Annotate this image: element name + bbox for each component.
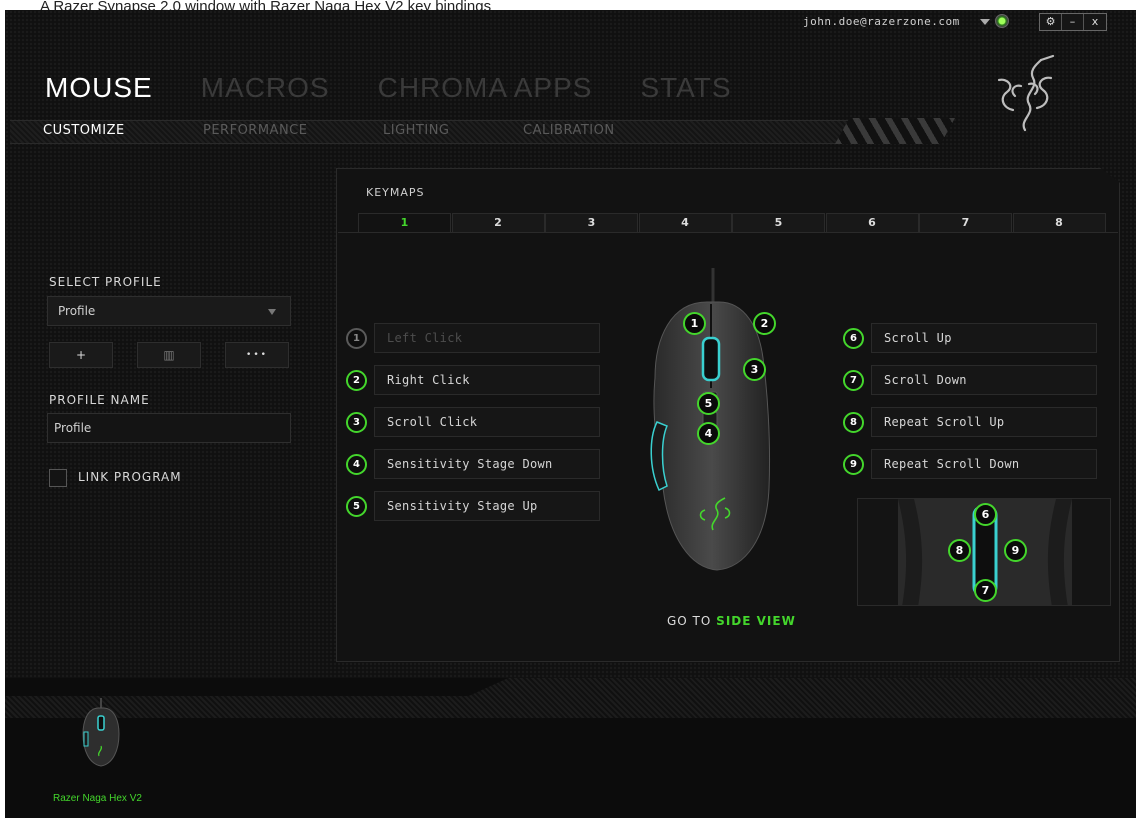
window-controls: ⚙ – x	[1039, 13, 1107, 31]
binding-number: 5	[346, 496, 367, 517]
binding-number: 9	[843, 454, 864, 475]
binding-row-1[interactable]: 1 Left Click	[346, 323, 616, 353]
binding-field[interactable]: Sensitivity Stage Down	[374, 449, 600, 479]
device-thumbnail-icon[interactable]	[77, 698, 125, 770]
zoom-marker-6[interactable]: 6	[974, 503, 997, 526]
subnav-decoration	[835, 118, 955, 144]
goto-side-view-link[interactable]: GO TO SIDE VIEW	[667, 614, 796, 628]
scroll-wheel-zoom: 6 7 8 9	[857, 498, 1111, 606]
goto-side-view[interactable]: SIDE VIEW	[716, 614, 796, 628]
zoom-marker-8[interactable]: 8	[948, 539, 971, 562]
profile-name-input[interactable]: Profile	[47, 413, 291, 443]
mouse-marker-4[interactable]: 4	[697, 422, 720, 445]
dropdown-caret-icon	[268, 309, 276, 315]
subtab-performance[interactable]: PERFORMANCE	[203, 123, 383, 138]
link-program-checkbox[interactable]	[49, 469, 67, 487]
profile-dropdown-value: Profile	[58, 304, 96, 318]
mouse-top-view: 1 2 3 4 5	[641, 268, 776, 576]
binding-row-7[interactable]: 7 Scroll Down	[843, 365, 1113, 395]
zoom-marker-9[interactable]: 9	[1004, 539, 1027, 562]
status-indicator-icon	[995, 14, 1009, 28]
subtab-calibration[interactable]: CALIBRATION	[523, 123, 615, 138]
goto-prefix: GO TO	[667, 614, 712, 628]
binding-field[interactable]: Scroll Click	[374, 407, 600, 437]
subtab-customize[interactable]: CUSTOMIZE	[43, 123, 203, 138]
keymap-tab-5[interactable]: 5	[732, 213, 825, 232]
link-program-label: LINK PROGRAM	[78, 470, 182, 484]
binding-row-2[interactable]: 2 Right Click	[346, 365, 616, 395]
binding-number: 4	[346, 454, 367, 475]
keymap-tabs: 1 2 3 4 5 6 7 8	[358, 213, 1106, 232]
binding-row-3[interactable]: 3 Scroll Click	[346, 407, 616, 437]
select-profile-label: SELECT PROFILE	[49, 275, 162, 289]
tab-chroma-apps[interactable]: CHROMA APPS	[378, 72, 593, 104]
binding-number: 8	[843, 412, 864, 433]
keymap-tab-2[interactable]: 2	[451, 213, 545, 232]
close-icon[interactable]: x	[1084, 14, 1106, 30]
account-dropdown-caret-icon[interactable]	[980, 19, 990, 25]
keymap-tab-divider	[338, 232, 1118, 233]
mouse-marker-1[interactable]: 1	[683, 312, 706, 335]
keymap-tab-3[interactable]: 3	[545, 213, 638, 232]
binding-field[interactable]: Left Click	[374, 323, 600, 353]
binding-field[interactable]: Repeat Scroll Up	[871, 407, 1097, 437]
account-email[interactable]: john.doe@razerzone.com	[803, 15, 960, 28]
binding-field[interactable]: Scroll Up	[871, 323, 1097, 353]
binding-field[interactable]: Scroll Down	[871, 365, 1097, 395]
mouse-marker-2[interactable]: 2	[753, 312, 776, 335]
keymap-tab-7[interactable]: 7	[919, 213, 1012, 232]
binding-number: 1	[346, 328, 367, 349]
more-options-button[interactable]: •••	[225, 342, 289, 368]
minimize-icon[interactable]: –	[1062, 14, 1084, 30]
binding-number: 7	[843, 370, 864, 391]
binding-field[interactable]: Right Click	[374, 365, 600, 395]
mouse-marker-3[interactable]: 3	[743, 358, 766, 381]
synapse-window: john.doe@razerzone.com ⚙ – x MOUSE MACRO…	[5, 10, 1136, 818]
binding-number: 2	[346, 370, 367, 391]
tab-macros[interactable]: MACROS	[201, 72, 330, 104]
keymaps-title: KEYMAPS	[366, 186, 425, 199]
binding-row-9[interactable]: 9 Repeat Scroll Down	[843, 449, 1113, 479]
keymap-tab-8[interactable]: 8	[1012, 213, 1106, 232]
binding-row-6[interactable]: 6 Scroll Up	[843, 323, 1113, 353]
binding-field[interactable]: Sensitivity Stage Up	[374, 491, 600, 521]
sub-tabs: CUSTOMIZE PERFORMANCE LIGHTING CALIBRATI…	[43, 123, 615, 138]
mouse-marker-5[interactable]: 5	[697, 392, 720, 415]
tab-stats[interactable]: STATS	[640, 72, 731, 104]
binding-field[interactable]: Repeat Scroll Down	[871, 449, 1097, 479]
binding-row-4[interactable]: 4 Sensitivity Stage Down	[346, 449, 616, 479]
tab-mouse[interactable]: MOUSE	[45, 72, 153, 104]
device-name[interactable]: Razer Naga Hex V2	[53, 793, 142, 804]
keymap-tab-4[interactable]: 4	[638, 213, 732, 232]
keymap-tab-1[interactable]: 1	[358, 213, 451, 232]
add-profile-button[interactable]: +	[49, 342, 113, 368]
binding-row-5[interactable]: 5 Sensitivity Stage Up	[346, 491, 616, 521]
razer-logo-icon	[997, 54, 1055, 132]
profile-name-label: PROFILE NAME	[49, 393, 150, 407]
keymap-tab-6[interactable]: 6	[825, 213, 919, 232]
delete-profile-button[interactable]: ▥	[137, 342, 201, 368]
subtab-lighting[interactable]: LIGHTING	[383, 123, 523, 138]
main-tabs: MOUSE MACROS CHROMA APPS STATS	[45, 72, 780, 104]
zoom-marker-7[interactable]: 7	[974, 579, 997, 602]
profile-dropdown[interactable]: Profile	[47, 296, 291, 326]
binding-row-8[interactable]: 8 Repeat Scroll Up	[843, 407, 1113, 437]
settings-gear-icon[interactable]: ⚙	[1040, 14, 1062, 30]
binding-number: 3	[346, 412, 367, 433]
binding-number: 6	[843, 328, 864, 349]
